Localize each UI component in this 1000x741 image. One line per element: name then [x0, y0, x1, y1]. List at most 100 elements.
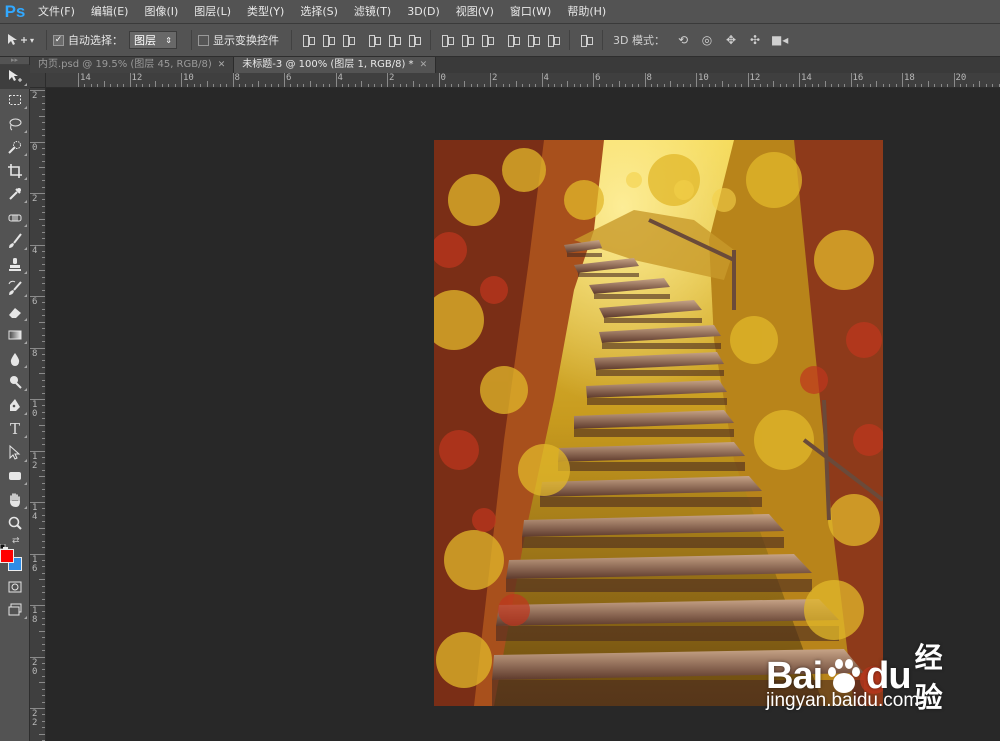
divider — [430, 30, 431, 50]
crop-tool-icon[interactable] — [0, 159, 30, 183]
gradient-tool-icon[interactable] — [0, 324, 30, 348]
distribute-left-icon[interactable] — [506, 33, 520, 47]
ruler-minor-tick — [271, 84, 273, 87]
distribute-bottom-icon[interactable] — [480, 33, 494, 47]
ruler-minor-tick — [380, 84, 382, 87]
swap-colors-icon[interactable]: ⇄ — [12, 536, 20, 546]
ruler-major-tick — [747, 73, 749, 87]
auto-select-dropdown[interactable]: 图层 ⇕ — [129, 31, 177, 49]
ruler-minor-tick — [42, 238, 45, 240]
quick-selection-tool-icon[interactable] — [0, 136, 30, 160]
tool-preset-picker[interactable]: ▾ — [0, 33, 40, 47]
auto-select-label: 自动选择： — [68, 34, 123, 47]
tab-document-1[interactable]: 内页.psd @ 19.5% (图层 45, RGB/8) ✕ — [30, 57, 235, 73]
photoshop-logo[interactable]: Ps — [0, 0, 30, 24]
horizontal-ruler[interactable]: 14 12 10 8 6 4 2 0 2 4 6 8 10 12 14 16 18 20 — [46, 73, 1000, 88]
ruler-minor-tick — [580, 84, 582, 87]
ruler-minor-tick — [42, 122, 45, 124]
quick-mask-icon[interactable] — [0, 575, 30, 599]
ruler-major-tick — [696, 73, 697, 87]
align-hcenter-icon[interactable] — [387, 33, 401, 47]
pen-tool-icon[interactable] — [0, 394, 30, 418]
ruler-minor-tick — [367, 84, 369, 87]
ruler-minor-tick — [42, 392, 45, 394]
distribute-right-icon[interactable] — [546, 33, 560, 47]
menu-image[interactable]: 图像(I) — [136, 0, 186, 24]
3d-scale-icon[interactable]: ■◂ — [771, 33, 788, 47]
type-tool-icon[interactable]: T — [0, 418, 30, 442]
ruler-minor-tick — [889, 84, 891, 87]
ruler-minor-tick — [309, 81, 311, 87]
align-vcenter-icon[interactable] — [321, 33, 335, 47]
ruler-minor-tick — [863, 84, 865, 87]
close-icon[interactable]: ✕ — [218, 57, 226, 73]
ruler-minor-tick — [773, 81, 775, 87]
lasso-tool-icon[interactable] — [0, 112, 30, 136]
ruler-minor-tick — [728, 84, 730, 87]
auto-select-checkbox[interactable]: ✓ — [53, 34, 64, 46]
menu-select[interactable]: 选择(S) — [292, 0, 346, 24]
menu-help[interactable]: 帮助(H) — [559, 0, 614, 24]
vertical-ruler[interactable]: 2 0 2 4 6 8 10 12 14 16 18 20 22 — [30, 88, 46, 741]
ruler-minor-tick — [618, 81, 620, 87]
move-tool-icon[interactable] — [0, 65, 30, 89]
default-colors-icon[interactable] — [0, 537, 8, 552]
3d-pan-icon[interactable]: ✥ — [723, 33, 739, 47]
ruler-minor-tick — [805, 84, 807, 87]
distribute-vcenter-icon[interactable] — [460, 33, 474, 47]
marquee-tool-icon[interactable] — [0, 89, 30, 113]
path-selection-tool-icon[interactable] — [0, 441, 30, 465]
screen-mode-icon[interactable] — [0, 599, 30, 623]
ruler-minor-tick — [702, 84, 704, 87]
dodge-tool-icon[interactable] — [0, 371, 30, 395]
zoom-tool-icon[interactable] — [0, 512, 30, 536]
menu-file[interactable]: 文件(F) — [30, 0, 83, 24]
show-transform-checkbox[interactable] — [198, 34, 209, 46]
ruler-minor-tick — [612, 84, 614, 87]
distribute-top-icon[interactable] — [440, 33, 454, 47]
ruler-minor-tick — [39, 167, 45, 169]
menu-view[interactable]: 视图(V) — [448, 0, 502, 24]
rectangle-tool-icon[interactable] — [0, 465, 30, 489]
ruler-label: 10 — [32, 400, 38, 419]
ruler-minor-tick — [42, 205, 45, 207]
menu-edit[interactable]: 编辑(E) — [83, 0, 137, 24]
ruler-minor-tick — [42, 437, 45, 439]
ruler-minor-tick — [42, 662, 45, 664]
ruler-minor-tick — [509, 84, 511, 87]
healing-brush-tool-icon[interactable] — [0, 206, 30, 230]
blur-tool-icon[interactable] — [0, 347, 30, 371]
close-icon[interactable]: ✕ — [420, 57, 428, 73]
panel-grip[interactable]: ▸▸ — [0, 57, 29, 65]
align-top-icon[interactable] — [301, 33, 315, 47]
ruler-minor-tick — [715, 84, 717, 87]
show-transform-label: 显示变换控件 — [213, 34, 279, 47]
menu-window[interactable]: 窗口(W) — [502, 0, 559, 24]
ruler-label: 2 — [32, 91, 38, 101]
3d-rotate-icon[interactable]: ⟲ — [675, 33, 691, 47]
clone-stamp-tool-icon[interactable] — [0, 253, 30, 277]
foreground-color-swatch[interactable] — [0, 549, 14, 563]
align-right-icon[interactable] — [407, 33, 421, 47]
tab-document-2[interactable]: 未标题-3 @ 100% (图层 1, RGB/8) * ✕ — [234, 57, 437, 73]
brush-tool-icon[interactable] — [0, 230, 30, 254]
ruler-origin[interactable] — [30, 73, 46, 88]
3d-roll-icon[interactable]: ◎ — [699, 33, 715, 47]
align-bottom-icon[interactable] — [341, 33, 355, 47]
history-brush-tool-icon[interactable] — [0, 277, 30, 301]
menu-layer[interactable]: 图层(L) — [186, 0, 239, 24]
eraser-tool-icon[interactable] — [0, 300, 30, 324]
ruler-major-tick — [232, 73, 234, 87]
3d-slide-icon[interactable]: ✣ — [747, 33, 763, 47]
menu-type[interactable]: 类型(Y) — [239, 0, 292, 24]
menu-3d[interactable]: 3D(D) — [399, 0, 448, 24]
eyedropper-tool-icon[interactable] — [0, 183, 30, 207]
ruler-minor-tick — [168, 84, 170, 87]
ruler-minor-tick — [42, 379, 45, 381]
menu-filter[interactable]: 滤镜(T) — [346, 0, 399, 24]
distribute-hcenter-icon[interactable] — [526, 33, 540, 47]
auto-align-icon[interactable] — [579, 33, 593, 47]
ruler-minor-tick — [42, 482, 45, 484]
align-left-icon[interactable] — [367, 33, 381, 47]
hand-tool-icon[interactable] — [0, 488, 30, 512]
